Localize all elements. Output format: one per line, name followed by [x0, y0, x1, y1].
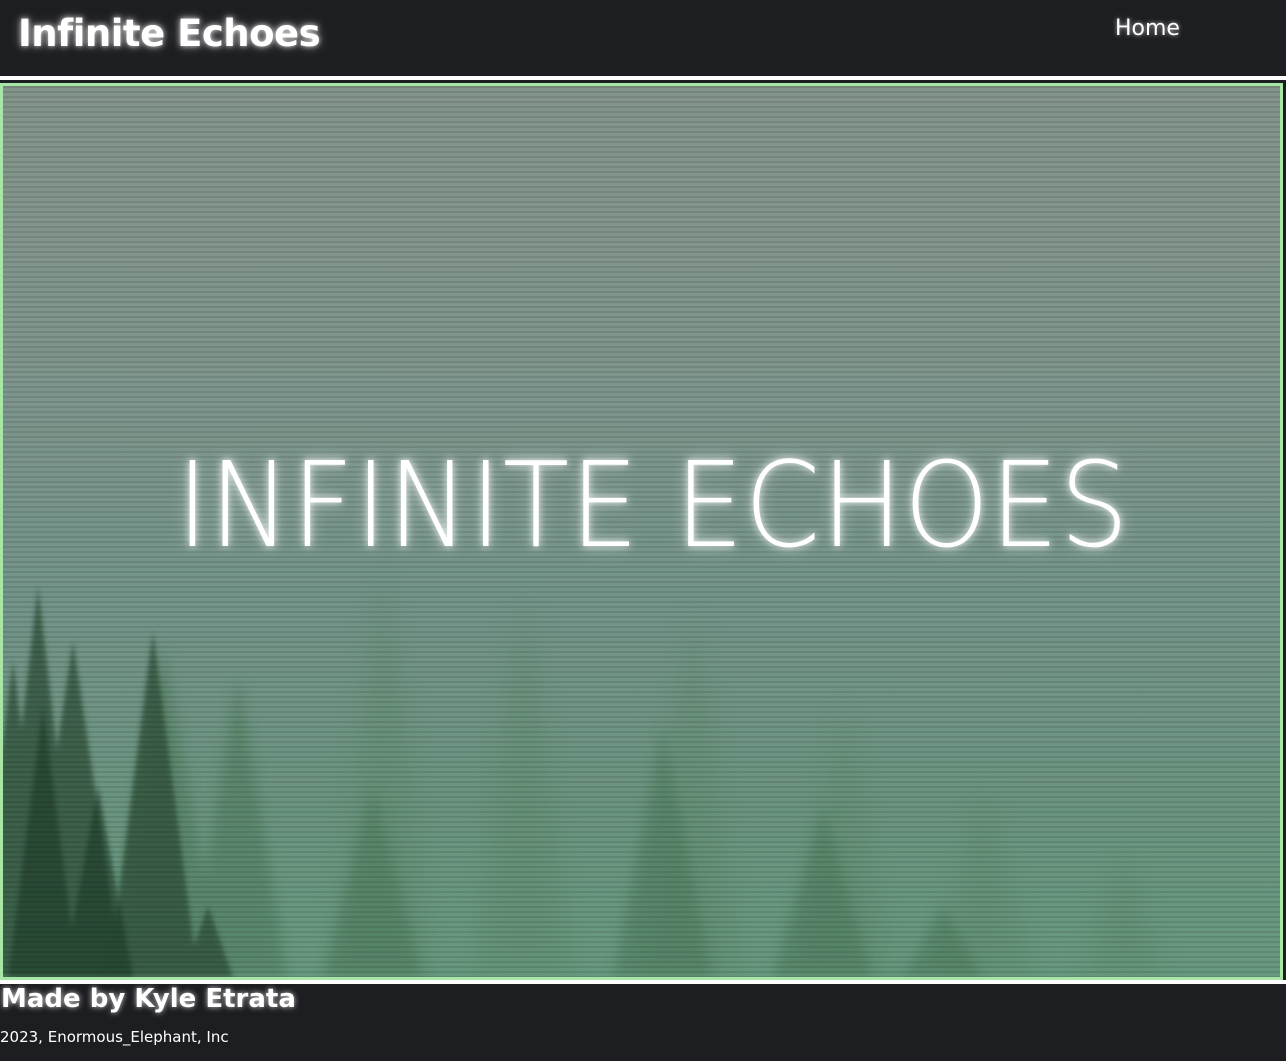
site-header: Infinite Echoes Home [0, 0, 1286, 76]
hero-heading: INFINITE ECHOES [176, 436, 1130, 574]
site-title[interactable]: Infinite Echoes [18, 12, 321, 55]
nav-home-link[interactable]: Home [1115, 16, 1180, 41]
page: Infinite Echoes Home INFINITE ECHOES Mad… [0, 0, 1286, 1061]
footer-credit: Made by Kyle Etrata [1, 984, 296, 1014]
site-footer: Made by Kyle Etrata 2023, Enormous_Eleph… [0, 984, 1286, 1061]
footer-copyright: 2023, Enormous_Elephant, Inc [0, 1028, 229, 1046]
hero-banner: INFINITE ECHOES [0, 83, 1283, 980]
